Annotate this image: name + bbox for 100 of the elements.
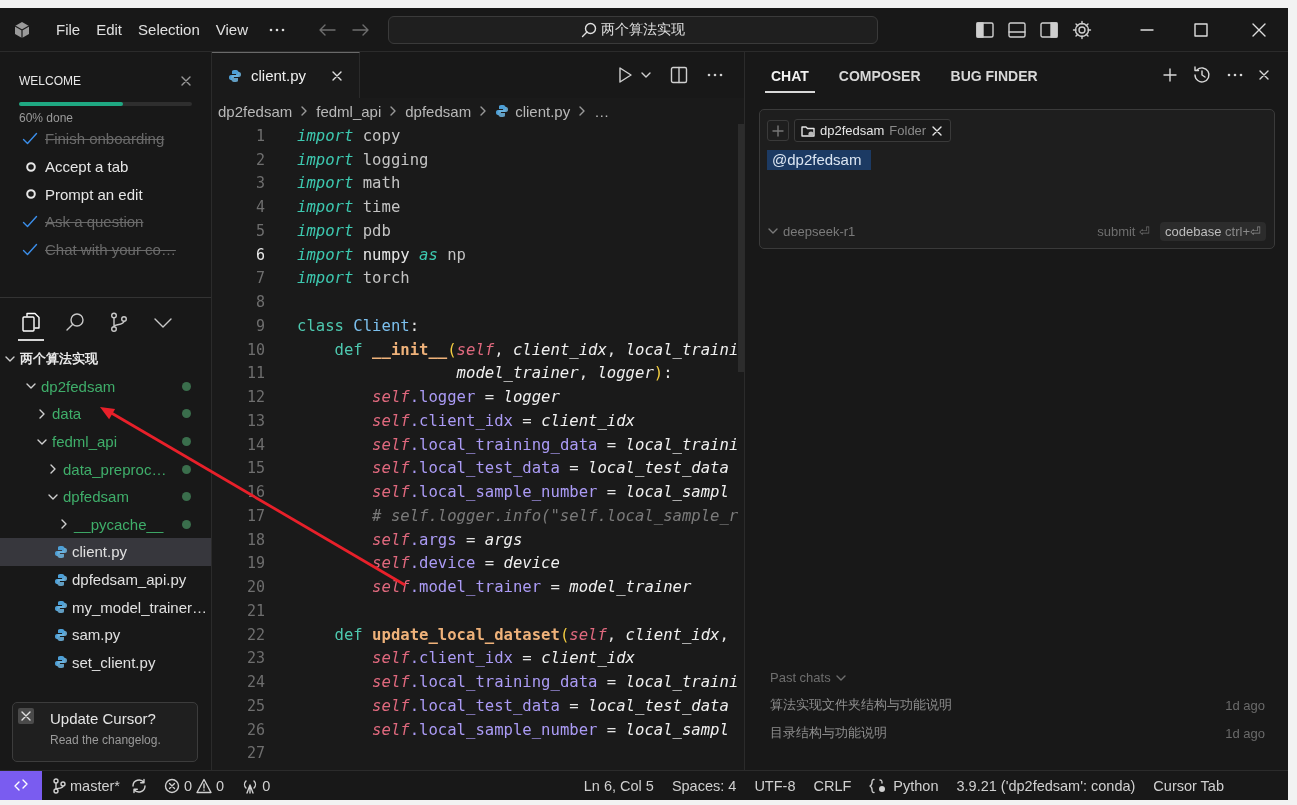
breadcrumb[interactable]: dpfedsam: [405, 102, 472, 120]
chat-title[interactable]: 算法实现文件夹结构与功能说明: [770, 696, 952, 714]
search-field[interactable]: 两个算法实现: [388, 15, 878, 44]
tree-item[interactable]: dpfedsam: [0, 482, 211, 511]
close-button[interactable]: [18, 708, 34, 724]
settings-icon[interactable]: [1072, 19, 1092, 40]
code-line: model_trainer, logger):: [455, 364, 673, 383]
sidebar-right-icon[interactable]: [1040, 21, 1058, 38]
past-chats-toggle[interactable]: Past chats: [770, 670, 847, 685]
code-line: self.local_test_data = local_test_data: [371, 459, 729, 478]
tree-item[interactable]: sam.py: [0, 620, 211, 649]
python-icon: [495, 104, 510, 118]
code-line: self.local_training_data = local_traini: [371, 435, 739, 454]
status-item[interactable]: UTF-8: [748, 777, 802, 794]
branch-status[interactable]: master*: [46, 777, 126, 794]
menu-item[interactable]: Edit: [88, 17, 131, 42]
breadcrumb[interactable]: fedml_api: [316, 102, 382, 120]
status-item[interactable]: CRLF: [807, 777, 858, 794]
menu-item[interactable]: View: [207, 17, 256, 42]
task-label[interactable]: Accept a tab: [45, 158, 129, 176]
panel-tab[interactable]: CHAT: [765, 57, 815, 93]
model-selector[interactable]: deepseek-r1: [767, 223, 856, 239]
back-arrow-icon[interactable]: [318, 22, 336, 37]
warning-icon: [196, 777, 213, 794]
code-line: import logging: [297, 150, 429, 169]
forward-arrow-icon[interactable]: [352, 22, 370, 37]
line-number: 24: [245, 673, 265, 692]
python-icon: [228, 68, 242, 83]
context-chip[interactable]: dp2fedsam Folder: [794, 119, 952, 142]
chip-label: dp2fedsam: [820, 123, 885, 138]
tree-item[interactable]: __pycache__: [0, 510, 211, 539]
history-icon[interactable]: [1192, 65, 1212, 85]
code-line: # self.logger.info("self.local_sample_r: [371, 506, 739, 525]
code-line: import time: [297, 198, 401, 217]
code-line: import numpy as np: [297, 245, 466, 264]
tree-item[interactable]: fedml_api: [0, 427, 211, 456]
task-label[interactable]: Prompt an edit: [45, 185, 143, 203]
status-dot: [182, 464, 191, 474]
line-number: 4: [254, 198, 265, 217]
tree-item[interactable]: 两个算法实现: [0, 345, 211, 373]
menu-item[interactable]: File: [48, 17, 89, 42]
close-icon[interactable]: [180, 75, 192, 87]
line-number: 13: [245, 411, 265, 430]
panel-tab[interactable]: BUG FINDER: [944, 57, 1044, 93]
more-icon[interactable]: [1226, 72, 1244, 78]
timestamp: 1d ago: [1225, 697, 1265, 713]
timestamp: 1d ago: [1225, 725, 1265, 741]
chat-title[interactable]: 目录结构与功能说明: [770, 724, 887, 742]
tree-item[interactable]: client.py: [0, 538, 211, 566]
status-item[interactable]: Ln 6, Col 5: [577, 777, 660, 794]
python-icon: [54, 600, 68, 615]
ports-status[interactable]: 0: [236, 777, 277, 794]
panel-bottom-icon[interactable]: [1008, 21, 1026, 38]
line-number: 8: [254, 293, 265, 312]
maximize-icon[interactable]: [1194, 22, 1208, 37]
plus-icon: [772, 124, 784, 137]
language-status[interactable]: Python: [863, 777, 945, 794]
toast-message[interactable]: Read the changelog.: [50, 733, 189, 747]
panel-tab[interactable]: COMPOSER: [832, 57, 927, 93]
line-number: 25: [245, 696, 265, 715]
status-item[interactable]: Cursor Tab: [1147, 777, 1230, 794]
python-icon: [54, 655, 68, 670]
sidebar-left-icon[interactable]: [976, 21, 994, 38]
code-line: self.client_idx = client_idx: [371, 411, 635, 430]
status-dot: [182, 492, 191, 502]
breadcrumb[interactable]: …: [594, 102, 610, 120]
tree-item[interactable]: data_preproc…: [0, 455, 211, 483]
chat-input[interactable]: dp2fedsam Folder @dp2fedsam deepseek-r1 submit ⏎ codebase ctrl+⏎: [759, 109, 1275, 249]
line-number: 2: [254, 150, 265, 169]
code-line: import math: [297, 174, 401, 193]
status-dot: [182, 519, 191, 529]
line-number: 12: [245, 388, 265, 407]
line-number: 15: [245, 459, 265, 478]
app-logo-icon: [12, 19, 32, 40]
tree-item[interactable]: dp2fedsam: [0, 372, 211, 401]
tree-item[interactable]: dpfedsam_api.py: [0, 565, 211, 594]
codebase-button[interactable]: codebase ctrl+⏎: [1160, 221, 1266, 241]
code-line: self.local_sample_number = local_sampl: [371, 483, 729, 502]
more-icon[interactable]: [268, 26, 286, 33]
line-number: 5: [254, 221, 265, 240]
tree-item[interactable]: my_model_trainer…: [0, 593, 211, 621]
add-context-button[interactable]: [767, 120, 789, 141]
problems-status[interactable]: 0 0: [157, 777, 231, 794]
breadcrumb[interactable]: dp2fedsam: [218, 102, 293, 120]
menu-item[interactable]: Selection: [130, 17, 208, 42]
new-chat-icon[interactable]: [1162, 67, 1178, 83]
status-item[interactable]: Spaces: 4: [665, 777, 743, 794]
progress-label: 60% done: [19, 111, 75, 125]
tree-item[interactable]: set_client.py: [0, 648, 211, 677]
line-number: 27: [245, 744, 265, 763]
editor-tab[interactable]: client.py: [212, 52, 360, 98]
status-dot: [182, 437, 191, 447]
more-icon[interactable]: [706, 72, 724, 78]
line-number: 7: [254, 269, 265, 288]
breadcrumb[interactable]: client.py: [515, 102, 571, 120]
sync-icon[interactable]: [129, 777, 148, 794]
status-item[interactable]: 3.9.21 ('dp2fedsam': conda): [950, 777, 1142, 794]
close-icon[interactable]: [931, 124, 944, 137]
split-editor-icon[interactable]: [670, 66, 688, 84]
run-icon[interactable]: [616, 66, 634, 84]
